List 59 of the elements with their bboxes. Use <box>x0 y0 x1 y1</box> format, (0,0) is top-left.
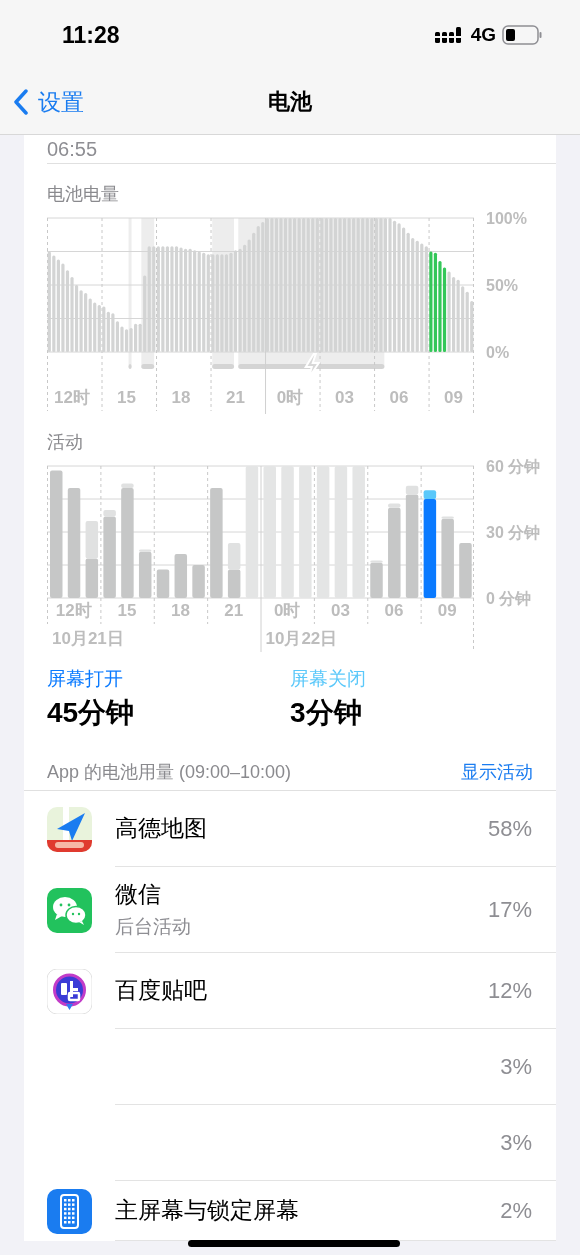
section-title: 活动 <box>46 431 84 454</box>
axis-label: 06 <box>389 388 409 407</box>
axis-label: 100% <box>486 209 527 227</box>
axis-label: 21 <box>224 601 244 620</box>
duration-value: 3分钟 <box>290 696 363 730</box>
chat-app-icon <box>47 887 92 933</box>
chart-bar <box>85 558 99 598</box>
axis-label: 15 <box>117 601 137 620</box>
legend-label: 屏幕关闭 <box>290 667 367 691</box>
app-name: 微信 <box>115 880 162 909</box>
chart-bar <box>156 569 170 598</box>
axis-label: 03 <box>331 601 350 620</box>
section-title: App 的电池用量 (09:00–10:00) <box>47 761 292 784</box>
battery-icon <box>502 25 542 45</box>
axis-label: 50% <box>486 276 519 294</box>
chart-bar <box>192 565 205 598</box>
axis-label: 0 分钟 <box>486 589 532 607</box>
network-label: 4G <box>470 24 496 46</box>
axis-label: 0% <box>486 343 510 361</box>
app-detail: 后台活动 <box>115 915 192 939</box>
app-name: 主屏幕与锁定屏幕 <box>115 1196 300 1225</box>
usage-percent: 3% <box>500 1053 532 1080</box>
section-title: 电池电量 <box>46 183 120 206</box>
usage-percent: 58% <box>487 815 532 842</box>
axis-label: 0时 <box>276 388 304 407</box>
back-icon <box>14 89 28 115</box>
axis-label: 09 <box>444 388 463 407</box>
axis-label: 06 <box>384 601 404 620</box>
date-label: 10月21日 <box>52 629 124 648</box>
axis-label: 18 <box>171 601 190 620</box>
axis-label: 09 <box>437 601 457 620</box>
duration-value: 45分钟 <box>47 696 136 730</box>
legend-label: 屏幕打开 <box>47 667 124 691</box>
usage-percent: 17% <box>487 896 532 923</box>
axis-label: 0时 <box>273 601 301 620</box>
axis-label: 30 分钟 <box>486 523 541 541</box>
time-value: 06:55 <box>47 135 556 164</box>
back-button[interactable]: 设置 <box>14 86 84 118</box>
axis-label: 21 <box>226 388 245 407</box>
chart-bar <box>227 569 241 598</box>
axis-label: 15 <box>117 388 136 407</box>
usage-percent: 3% <box>500 1129 532 1156</box>
forum-app-icon <box>47 968 92 1014</box>
page-title: 电池 <box>268 88 312 116</box>
usage-percent: 2% <box>500 1197 532 1224</box>
axis-label: 12时 <box>55 601 92 620</box>
axis-label: 60 分钟 <box>486 457 541 475</box>
date-label: 10月22日 <box>265 629 338 648</box>
app-name: 高德地图 <box>115 814 208 843</box>
app-name: 百度贴吧 <box>115 976 208 1005</box>
axis-label: 12时 <box>54 388 90 407</box>
status-time: 11:28 <box>62 21 120 49</box>
usage-percent: 12% <box>487 977 532 1004</box>
show-activity-link[interactable]: 显示活动 <box>461 760 533 784</box>
map-app-icon <box>47 806 92 852</box>
axis-label: 03 <box>335 388 354 407</box>
phone-grid-icon <box>47 1188 92 1234</box>
chart-bar <box>174 554 188 598</box>
axis-label: 18 <box>171 388 191 407</box>
